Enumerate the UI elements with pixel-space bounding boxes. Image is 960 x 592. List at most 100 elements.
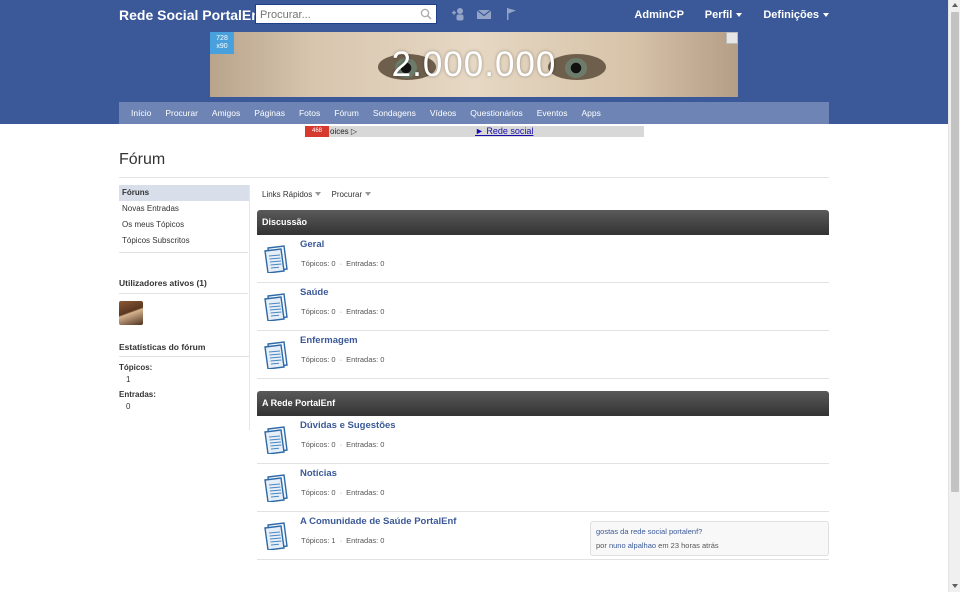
- search-menu-label: Procurar: [331, 190, 363, 199]
- site-title[interactable]: Rede Social PortalEnf: [119, 7, 264, 23]
- forum-title[interactable]: A Comunidade de Saúde PortalEnf: [300, 516, 456, 527]
- nav-item-sondagens[interactable]: Sondagens: [373, 102, 416, 124]
- forum-toolbar: Links Rápidos Procurar: [257, 186, 379, 204]
- forum-document-icon: [264, 474, 288, 502]
- chevron-down-icon: [823, 13, 829, 17]
- topics-stat-value: 1: [126, 375, 131, 384]
- forum-stats: Tópicos: 0 · Entradas: 0: [301, 440, 385, 449]
- last-post-user[interactable]: nuno alpalhao: [609, 541, 656, 550]
- page-scrollbar[interactable]: [948, 0, 960, 592]
- nav-item-videos[interactable]: Vídeos: [430, 102, 456, 124]
- nav-item-amigos[interactable]: Amigos: [212, 102, 240, 124]
- forum-title[interactable]: Notícias: [300, 468, 337, 479]
- sidebar-item-novas-entradas[interactable]: Novas Entradas: [119, 201, 249, 217]
- profile-menu[interactable]: Perfil: [705, 9, 743, 21]
- divider: [119, 293, 248, 294]
- forum-row: A Comunidade de Saúde PortalEnf Tópicos:…: [257, 512, 829, 560]
- settings-label: Definições: [763, 9, 819, 21]
- topics-count: Tópicos: 1: [301, 536, 336, 545]
- forum-stats: Tópicos: 0 · Entradas: 0: [301, 259, 385, 268]
- messages-icon[interactable]: [476, 7, 492, 21]
- topics-count: Tópicos: 0: [301, 488, 336, 497]
- forum-stats: Tópicos: 0 · Entradas: 0: [301, 488, 385, 497]
- forum-document-icon: [264, 522, 288, 550]
- sidebar-item-topicos-subscritos[interactable]: Tópicos Subscritos: [119, 233, 249, 249]
- banner-ad[interactable]: 2.000.000 728 x90: [210, 32, 738, 97]
- posts-count: Entradas: 0: [346, 355, 385, 364]
- forum-sidebar: Fóruns Novas Entradas Os meus Tópicos Tó…: [119, 185, 250, 430]
- chevron-down-icon: [365, 192, 372, 196]
- posts-count: Entradas: 0: [346, 488, 385, 497]
- quick-links-label: Links Rápidos: [262, 190, 313, 199]
- ad-link[interactable]: ► Rede social: [475, 126, 533, 137]
- search-menu[interactable]: Procurar: [331, 190, 372, 199]
- forum-title[interactable]: Enfermagem: [300, 335, 358, 346]
- forum-title[interactable]: Saúde: [300, 287, 329, 298]
- forum-row: Dúvidas e Sugestões Tópicos: 0 · Entradas:…: [257, 416, 829, 464]
- main-nav: Início Procurar Amigos Páginas Fotos Fór…: [119, 102, 829, 124]
- forum-title[interactable]: Geral: [300, 239, 324, 250]
- nav-item-inicio[interactable]: Início: [131, 102, 151, 124]
- forum-row: Notícias Tópicos: 0 · Entradas: 0: [257, 464, 829, 512]
- sidebar-item-foruns[interactable]: Fóruns: [119, 185, 249, 201]
- category-header: Discussão: [257, 210, 829, 235]
- forum-row: Geral Tópicos: 0 · Entradas: 0: [257, 235, 829, 283]
- forum-document-icon: [264, 341, 288, 369]
- posts-count: Entradas: 0: [346, 440, 385, 449]
- profile-label: Perfil: [704, 9, 733, 21]
- adchoices-label[interactable]: oices ▷: [330, 126, 357, 137]
- divider: [119, 356, 249, 357]
- forum-document-icon: [264, 293, 288, 321]
- forum-stats-heading: Estatísticas do fórum: [119, 342, 206, 352]
- forum-stats: Tópicos: 1 · Entradas: 0: [301, 536, 385, 545]
- last-post-time: em 23 horas atrás: [658, 541, 719, 550]
- nav-item-procurar[interactable]: Procurar: [165, 102, 198, 124]
- forum-stats: Tópicos: 0 · Entradas: 0: [301, 355, 385, 364]
- nav-item-forum[interactable]: Fórum: [334, 102, 359, 124]
- nav-item-questionarios[interactable]: Questionários: [470, 102, 522, 124]
- nav-item-apps[interactable]: Apps: [581, 102, 600, 124]
- banner-size-line: 728: [216, 35, 228, 42]
- chevron-down-icon: [736, 13, 743, 17]
- forum-row: Saúde Tópicos: 0 · Entradas: 0: [257, 283, 829, 331]
- posts-count: Entradas: 0: [346, 307, 385, 316]
- scroll-up-icon[interactable]: [952, 3, 958, 7]
- search-box[interactable]: [255, 4, 437, 24]
- nav-item-paginas[interactable]: Páginas: [254, 102, 285, 124]
- divider: [119, 252, 248, 253]
- topics-count: Tópicos: 0: [301, 440, 336, 449]
- active-users-heading: Utilizadores ativos (1): [119, 278, 207, 288]
- sidebar-item-meus-topicos[interactable]: Os meus Tópicos: [119, 217, 249, 233]
- scrollbar-thumb[interactable]: [951, 12, 959, 492]
- topics-stat-label: Tópicos:: [119, 363, 153, 372]
- account-menu: AdminCP Perfil Definições: [616, 9, 829, 21]
- posts-count: Entradas: 0: [346, 536, 385, 545]
- last-post-meta: por nuno alpalhao em 23 horas atrás: [596, 539, 823, 553]
- main-nav-list: Início Procurar Amigos Páginas Fotos Fór…: [119, 102, 829, 124]
- topics-count: Tópicos: 0: [301, 259, 336, 268]
- forum-title[interactable]: Dúvidas e Sugestões: [300, 420, 396, 431]
- search-input[interactable]: [256, 6, 416, 24]
- chevron-down-icon: [315, 192, 322, 196]
- category-header: A Rede PortalEnf: [257, 391, 829, 416]
- nav-item-eventos[interactable]: Eventos: [537, 102, 568, 124]
- scroll-down-icon[interactable]: [952, 584, 958, 588]
- posts-stat-value: 0: [126, 402, 131, 411]
- text-ad-strip[interactable]: 468 oices ▷ ► Rede social: [305, 126, 644, 137]
- topics-count: Tópicos: 0: [301, 355, 336, 364]
- last-post-title[interactable]: gostas da rede social portalenf?: [596, 525, 823, 539]
- nav-item-fotos[interactable]: Fotos: [299, 102, 320, 124]
- adchoices-icon[interactable]: [726, 32, 738, 44]
- admincp-link[interactable]: AdminCP: [634, 9, 683, 21]
- forum-document-icon: [264, 426, 288, 454]
- notifications-icon[interactable]: [503, 7, 519, 21]
- friend-requests-icon[interactable]: [451, 7, 467, 21]
- forum-stats: Tópicos: 0 · Entradas: 0: [301, 307, 385, 316]
- avatar[interactable]: [119, 301, 143, 325]
- posts-stat-label: Entradas:: [119, 390, 156, 399]
- settings-menu[interactable]: Definições: [763, 9, 829, 21]
- quick-links-menu[interactable]: Links Rápidos: [262, 190, 322, 199]
- banner-size-line: x90: [216, 43, 228, 50]
- page-title: Fórum: [119, 151, 166, 168]
- search-icon[interactable]: [420, 8, 432, 20]
